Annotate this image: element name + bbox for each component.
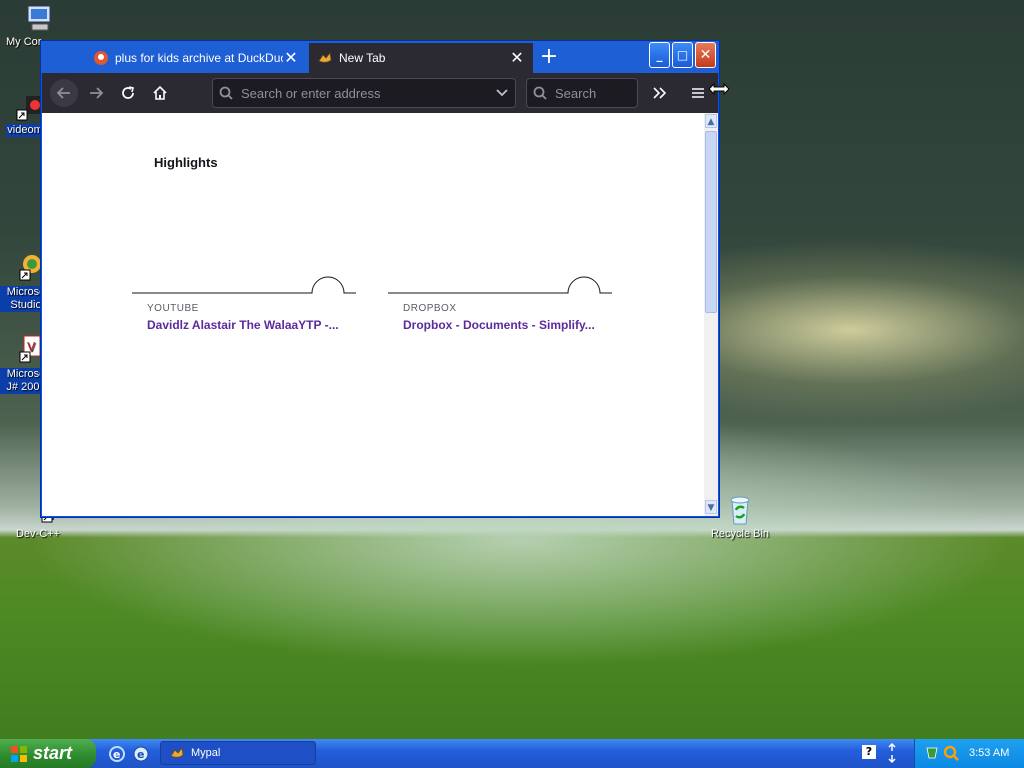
card-divider-tab xyxy=(132,276,356,294)
duckduckgo-icon xyxy=(93,50,109,66)
home-icon xyxy=(153,85,167,100)
card-source: DROPBOX xyxy=(403,303,457,314)
search-input[interactable] xyxy=(553,84,637,102)
taskbar-item-label: Mypal xyxy=(191,747,221,759)
close-window-button[interactable]: ✕ xyxy=(695,42,716,68)
resize-cursor-icon xyxy=(708,80,730,99)
home-button[interactable] xyxy=(146,79,174,107)
forward-button[interactable] xyxy=(82,79,110,107)
hamburger-icon xyxy=(692,88,704,98)
close-tab-icon[interactable]: ✕ xyxy=(509,48,525,68)
tab-title: plus for kids archive at DuckDuckG xyxy=(115,51,283,65)
svg-text:e: e xyxy=(113,748,120,761)
tray-search-icon[interactable] xyxy=(943,745,959,764)
taskbar: start e e Mypal ? 3:53 AM xyxy=(0,739,1024,768)
tab-duckduckgo[interactable]: plus for kids archive at DuckDuckG ✕ xyxy=(85,43,307,73)
double-chevron-icon xyxy=(653,87,667,99)
taskbar-item-mypal[interactable]: Mypal xyxy=(160,741,316,765)
network-arrows-icon[interactable] xyxy=(886,742,898,768)
chevron-down-icon[interactable] xyxy=(489,88,515,98)
quick-launch-second-icon[interactable]: e xyxy=(132,745,150,767)
start-label: start xyxy=(33,743,73,763)
close-tab-icon[interactable]: ✕ xyxy=(283,48,299,68)
minimize-button[interactable]: _ xyxy=(649,42,670,68)
tray-shield-icon[interactable] xyxy=(925,746,939,763)
system-tray: 3:53 AM xyxy=(914,739,1024,768)
search-icon xyxy=(527,86,553,100)
tab-strip: plus for kids archive at DuckDuckG ✕ New… xyxy=(41,41,719,73)
computer-icon xyxy=(22,2,54,34)
desktop-icon-label: videom xyxy=(6,124,44,137)
overflow-menu-button[interactable] xyxy=(646,79,674,107)
forward-arrow-icon xyxy=(90,87,104,99)
visual-studio-icon xyxy=(8,252,41,284)
card-divider-tab xyxy=(388,276,612,294)
windows-logo-icon xyxy=(10,745,28,763)
highlight-card-youtube[interactable]: YOUTUBE Davidlz Alastair The WalaaYTP -.… xyxy=(132,273,356,332)
start-button[interactable]: start xyxy=(0,739,96,768)
visual-j-icon: V xyxy=(8,334,41,366)
scroll-down-icon[interactable]: ▼ xyxy=(705,500,717,514)
quick-launch-ie-icon[interactable]: e xyxy=(108,745,126,767)
card-title[interactable]: Dropbox - Documents - Simplify... xyxy=(403,318,612,332)
nav-toolbar xyxy=(42,73,718,113)
tab-new-tab[interactable]: New Tab ✕ xyxy=(309,43,533,73)
browser-window: plus for kids archive at DuckDuckG ✕ New… xyxy=(40,40,720,518)
desktop-icon-label: Dev-C++ xyxy=(15,528,61,540)
reload-icon xyxy=(122,86,134,99)
svg-text:e: e xyxy=(137,748,144,761)
back-arrow-icon xyxy=(56,87,70,99)
firefox-icon xyxy=(317,50,333,66)
scroll-thumb[interactable] xyxy=(705,131,717,313)
reload-button[interactable] xyxy=(114,79,142,107)
search-icon xyxy=(213,86,239,100)
highlights-heading: Highlights xyxy=(154,155,218,170)
back-button[interactable] xyxy=(50,79,78,107)
tab-title: New Tab xyxy=(339,51,386,65)
clock[interactable]: 3:53 AM xyxy=(969,747,1009,759)
card-source: YOUTUBE xyxy=(147,303,199,314)
new-tab-page: Highlights YOUTUBE Davidlz Alastair The … xyxy=(42,113,704,516)
highlight-card-dropbox[interactable]: DROPBOX Dropbox - Documents - Simplify..… xyxy=(388,273,612,332)
card-title[interactable]: Davidlz Alastair The WalaaYTP -... xyxy=(147,318,356,332)
mypal-icon xyxy=(169,746,185,760)
maximize-button[interactable]: □ xyxy=(672,42,693,68)
address-bar[interactable] xyxy=(212,78,516,108)
vertical-scrollbar[interactable]: ▲ ▼ xyxy=(704,113,718,516)
recycle-bin-icon xyxy=(724,494,756,526)
search-bar[interactable] xyxy=(526,78,638,108)
address-input[interactable] xyxy=(239,84,489,102)
scroll-up-icon[interactable]: ▲ xyxy=(705,114,717,128)
desktop-icon-label: Recycle Bin xyxy=(710,528,770,540)
help-icon[interactable]: ? xyxy=(862,745,876,759)
new-tab-button[interactable]: + xyxy=(537,45,561,69)
